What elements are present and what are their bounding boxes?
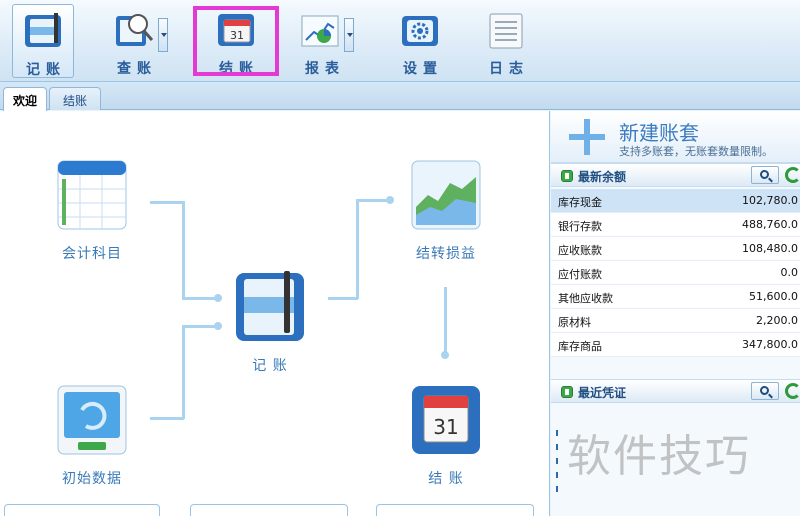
- new-set-description: 支持多账套，无账套数量限制。: [619, 145, 773, 158]
- flow-node-transfer[interactable]: 结转损益: [386, 159, 506, 263]
- search-icon: [760, 386, 769, 395]
- toolbar-report-button[interactable]: 报表: [292, 4, 364, 78]
- flow-node-close[interactable]: 31 结 账: [386, 384, 506, 488]
- balance-row[interactable]: 其他应收款 51,600.0: [551, 285, 800, 309]
- flow-calendar-day: 31: [433, 415, 458, 439]
- voucher-section-header: 最近凭证: [551, 379, 800, 403]
- connector-line: [150, 417, 184, 420]
- toolbar-log-button[interactable]: 日志: [472, 4, 540, 78]
- refresh-icon[interactable]: [785, 383, 800, 399]
- flow-node-initial[interactable]: 初始数据: [32, 384, 152, 488]
- query-dropdown-arrow[interactable]: [158, 18, 168, 52]
- new-set-title: 新建账套: [619, 121, 699, 145]
- balance-section-title: 最新余额: [578, 170, 627, 184]
- flow-label-close: 结 账: [428, 471, 464, 487]
- plus-icon: [569, 119, 605, 155]
- balance-row[interactable]: 库存商品 347,800.0: [551, 333, 800, 357]
- magnifier-book-icon: [116, 14, 154, 46]
- bottom-panel-box: [376, 504, 534, 516]
- connector-dot: [441, 351, 449, 359]
- monitor-refresh-icon: [57, 385, 127, 455]
- highlight-annotation-box: [193, 6, 279, 76]
- welcome-flow-panel: 会计科目 结转损益 记 账 初始数据 31 结 账: [0, 111, 550, 516]
- connector-line: [356, 199, 390, 202]
- connector-line: [150, 201, 184, 204]
- bottom-panel-box: [4, 504, 160, 516]
- report-dropdown-arrow[interactable]: [344, 18, 354, 52]
- flow-node-subjects[interactable]: 会计科目: [32, 159, 152, 263]
- main-toolbar: 记账 查账 31 结账 报表 设置 日志: [0, 0, 800, 82]
- watermark-text: 软件技巧: [567, 431, 751, 482]
- gear-settings-icon: [402, 16, 438, 46]
- connector-line: [182, 325, 185, 419]
- section-icon: [561, 170, 573, 182]
- flow-label-transfer: 结转损益: [416, 246, 476, 262]
- refresh-icon[interactable]: [785, 167, 800, 183]
- connector-line: [328, 297, 358, 300]
- balance-row[interactable]: 原材料 2,200.0: [551, 309, 800, 333]
- connector-line: [182, 201, 185, 299]
- ledger-book-icon: [236, 271, 304, 341]
- new-account-set-banner[interactable]: 新建账套 支持多账套，无账套数量限制。: [551, 111, 800, 163]
- balance-search-button[interactable]: [751, 166, 779, 184]
- flow-label-record: 记 账: [252, 358, 288, 374]
- toolbar-query-button[interactable]: 查账: [104, 4, 176, 78]
- balance-row[interactable]: 银行存款 488,760.0: [551, 213, 800, 237]
- dotted-scroll-indicator: [556, 430, 558, 500]
- balance-section-header: 最新余额: [551, 163, 800, 187]
- connector-line: [444, 287, 447, 357]
- chart-report-icon: [301, 15, 339, 47]
- area-chart-icon: [411, 160, 481, 230]
- flow-label-initial: 初始数据: [62, 471, 122, 487]
- tab-welcome[interactable]: 欢迎: [3, 87, 47, 111]
- spreadsheet-icon: [57, 160, 127, 230]
- voucher-search-button[interactable]: [751, 382, 779, 400]
- voucher-section-title: 最近凭证: [578, 386, 627, 400]
- flow-label-subjects: 会计科目: [62, 246, 122, 262]
- flow-node-record[interactable]: 记 账: [210, 271, 330, 375]
- log-list-icon: [489, 13, 523, 49]
- balance-row[interactable]: 库存现金 102,780.0: [551, 189, 800, 213]
- toolbar-record-button[interactable]: 记账: [12, 4, 74, 78]
- calendar-31-icon: 31: [412, 386, 480, 454]
- toolbar-settings-button[interactable]: 设置: [386, 4, 454, 78]
- balance-row[interactable]: 应收账款 108,480.0: [551, 237, 800, 261]
- tab-bar: 欢迎 结账: [0, 82, 800, 111]
- balance-row[interactable]: 应付账款 0.0: [551, 261, 800, 285]
- section-icon: [561, 386, 573, 398]
- tab-close-accounts[interactable]: 结账: [49, 87, 101, 110]
- connector-line: [356, 199, 359, 299]
- search-icon: [760, 170, 769, 179]
- bottom-panel-box: [190, 504, 348, 516]
- ledger-book-icon: [25, 13, 61, 47]
